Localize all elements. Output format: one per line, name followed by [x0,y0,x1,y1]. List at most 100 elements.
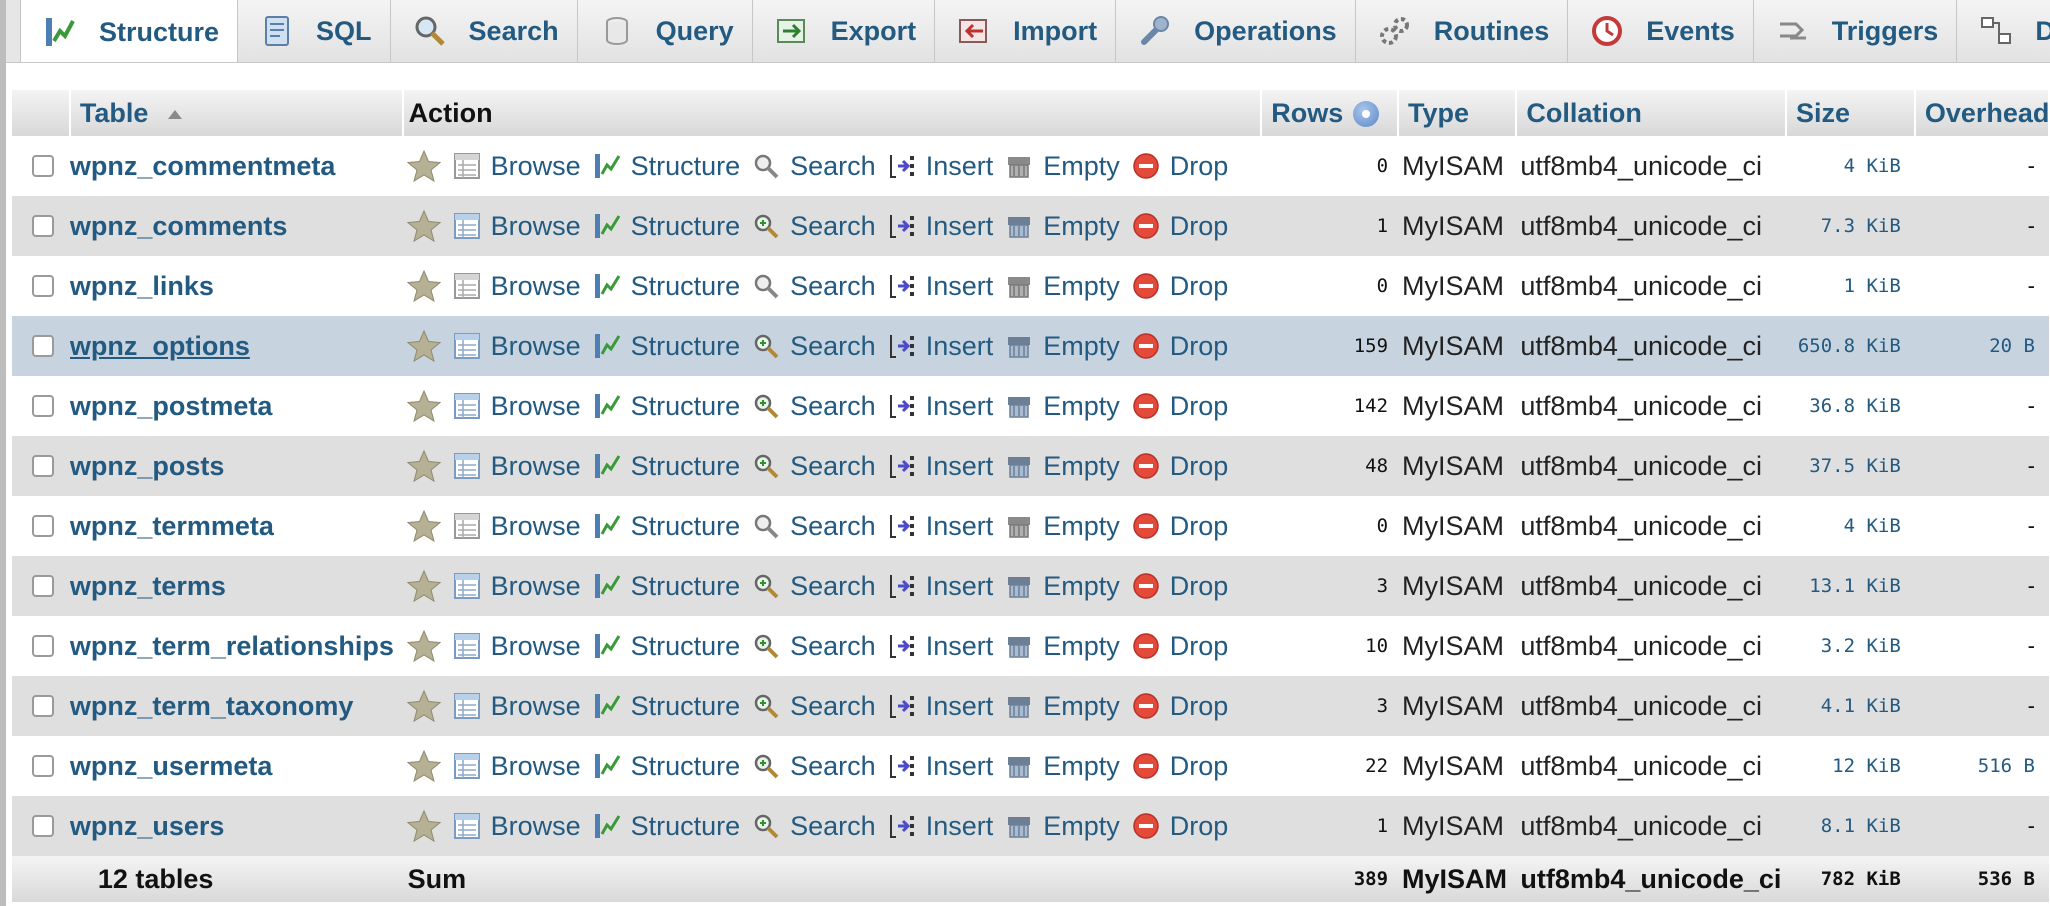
search-link[interactable]: Search [752,511,876,542]
table-row[interactable]: wpnz_postmeta Browse Structure Search Insert… [12,376,2049,436]
insert-link[interactable]: Insert [888,751,993,782]
overhead-value[interactable]: 516 B [1914,736,2049,796]
browse-link[interactable]: Browse [453,271,581,302]
row-checkbox[interactable] [32,815,54,837]
star-icon[interactable] [406,569,441,603]
table-name-link[interactable]: wpnz_termmeta [69,496,403,556]
structure-link[interactable]: Structure [593,211,740,242]
tab-structure[interactable]: Structure [20,0,239,62]
tab-query[interactable]: Query [577,0,753,62]
search-link[interactable]: Search [752,211,876,242]
structure-link[interactable]: Structure [593,271,740,302]
insert-link[interactable]: Insert [888,271,993,302]
table-row[interactable]: wpnz_usermeta Browse Structure Search Insert… [12,736,2049,796]
row-checkbox[interactable] [32,695,54,717]
insert-link[interactable]: Insert [888,331,993,362]
overhead-column-header[interactable]: Overhead [1914,90,2050,136]
browse-link[interactable]: Browse [453,391,581,422]
search-link[interactable]: Search [752,151,876,182]
table-name-link[interactable]: wpnz_terms [69,556,403,616]
row-checkbox[interactable] [32,635,54,657]
structure-link[interactable]: Structure [593,811,740,842]
table-size[interactable]: 12 KiB [1785,736,1915,796]
row-checkbox[interactable] [32,395,54,417]
table-row[interactable]: wpnz_termmeta Browse Structure Search Insert… [12,496,2049,556]
row-checkbox[interactable] [32,575,54,597]
insert-link[interactable]: Insert [888,811,993,842]
tab-triggers[interactable]: Triggers [1753,0,1958,62]
row-checkbox[interactable] [32,215,54,237]
table-size[interactable]: 1 KiB [1785,256,1915,316]
table-name-link[interactable]: wpnz_usermeta [69,736,403,796]
insert-link[interactable]: Insert [888,571,993,602]
search-link[interactable]: Search [752,691,876,722]
table-size[interactable]: 650.8 KiB [1785,316,1915,376]
search-link[interactable]: Search [752,571,876,602]
row-checkbox[interactable] [32,755,54,777]
tab-operations[interactable]: Operations [1116,0,1356,62]
star-icon[interactable] [406,449,441,483]
empty-link[interactable]: Empty [1005,331,1120,362]
star-icon[interactable] [406,389,441,423]
help-icon[interactable] [1353,101,1380,128]
drop-link[interactable]: Drop [1132,271,1228,302]
star-icon[interactable] [406,809,441,843]
row-checkbox[interactable] [32,335,54,357]
star-icon[interactable] [406,269,441,303]
search-link[interactable]: Search [752,391,876,422]
empty-link[interactable]: Empty [1005,451,1120,482]
empty-link[interactable]: Empty [1005,751,1120,782]
star-icon[interactable] [406,209,441,243]
empty-link[interactable]: Empty [1005,391,1120,422]
size-column-header[interactable]: Size [1785,90,1916,136]
empty-link[interactable]: Empty [1005,691,1120,722]
table-row[interactable]: wpnz_users Browse Structure Search Insert Emp… [12,796,2049,856]
tab-search[interactable]: Search [390,0,578,62]
drop-link[interactable]: Drop [1132,391,1228,422]
tab-routines[interactable]: Routines [1355,0,1569,62]
drop-link[interactable]: Drop [1132,331,1228,362]
insert-link[interactable]: Insert [888,211,993,242]
drop-link[interactable]: Drop [1132,691,1228,722]
tab-import[interactable]: Import [935,0,1117,62]
structure-link[interactable]: Structure [593,691,740,722]
tab-events[interactable]: Events [1568,0,1754,62]
table-name-link[interactable]: wpnz_term_taxonomy [69,676,403,736]
structure-link[interactable]: Structure [593,451,740,482]
rows-column-header[interactable]: Rows [1261,90,1400,136]
empty-link[interactable]: Empty [1005,571,1120,602]
insert-link[interactable]: Insert [888,451,993,482]
browse-link[interactable]: Browse [453,451,581,482]
row-checkbox[interactable] [32,155,54,177]
empty-link[interactable]: Empty [1005,271,1120,302]
table-size[interactable]: 36.8 KiB [1785,376,1915,436]
row-checkbox[interactable] [32,275,54,297]
search-link[interactable]: Search [752,271,876,302]
table-row[interactable]: wpnz_options Browse Structure Search Insert E… [12,316,2049,376]
star-icon[interactable] [406,149,441,183]
drop-link[interactable]: Drop [1132,751,1228,782]
table-size[interactable]: 13.1 KiB [1785,556,1915,616]
table-size[interactable]: 8.1 KiB [1785,796,1915,856]
empty-link[interactable]: Empty [1005,151,1120,182]
table-row[interactable]: wpnz_comments Browse Structure Search Insert… [12,196,2049,256]
drop-link[interactable]: Drop [1132,211,1228,242]
empty-link[interactable]: Empty [1005,631,1120,662]
star-icon[interactable] [406,689,441,723]
table-size[interactable]: 7.3 KiB [1785,196,1915,256]
insert-link[interactable]: Insert [888,631,993,662]
table-row[interactable]: wpnz_commentmeta Browse Structure Search Ins… [12,136,2049,196]
structure-link[interactable]: Structure [593,391,740,422]
table-size[interactable]: 37.5 KiB [1785,436,1915,496]
structure-link[interactable]: Structure [593,631,740,662]
table-name-link[interactable]: wpnz_links [69,256,403,316]
search-link[interactable]: Search [752,811,876,842]
drop-link[interactable]: Drop [1132,511,1228,542]
table-row[interactable]: wpnz_terms Browse Structure Search Insert Emp… [12,556,2049,616]
search-link[interactable]: Search [752,451,876,482]
table-size[interactable]: 4 KiB [1785,136,1915,196]
browse-link[interactable]: Browse [453,211,581,242]
browse-link[interactable]: Browse [453,331,581,362]
drop-link[interactable]: Drop [1132,151,1228,182]
empty-link[interactable]: Empty [1005,811,1120,842]
